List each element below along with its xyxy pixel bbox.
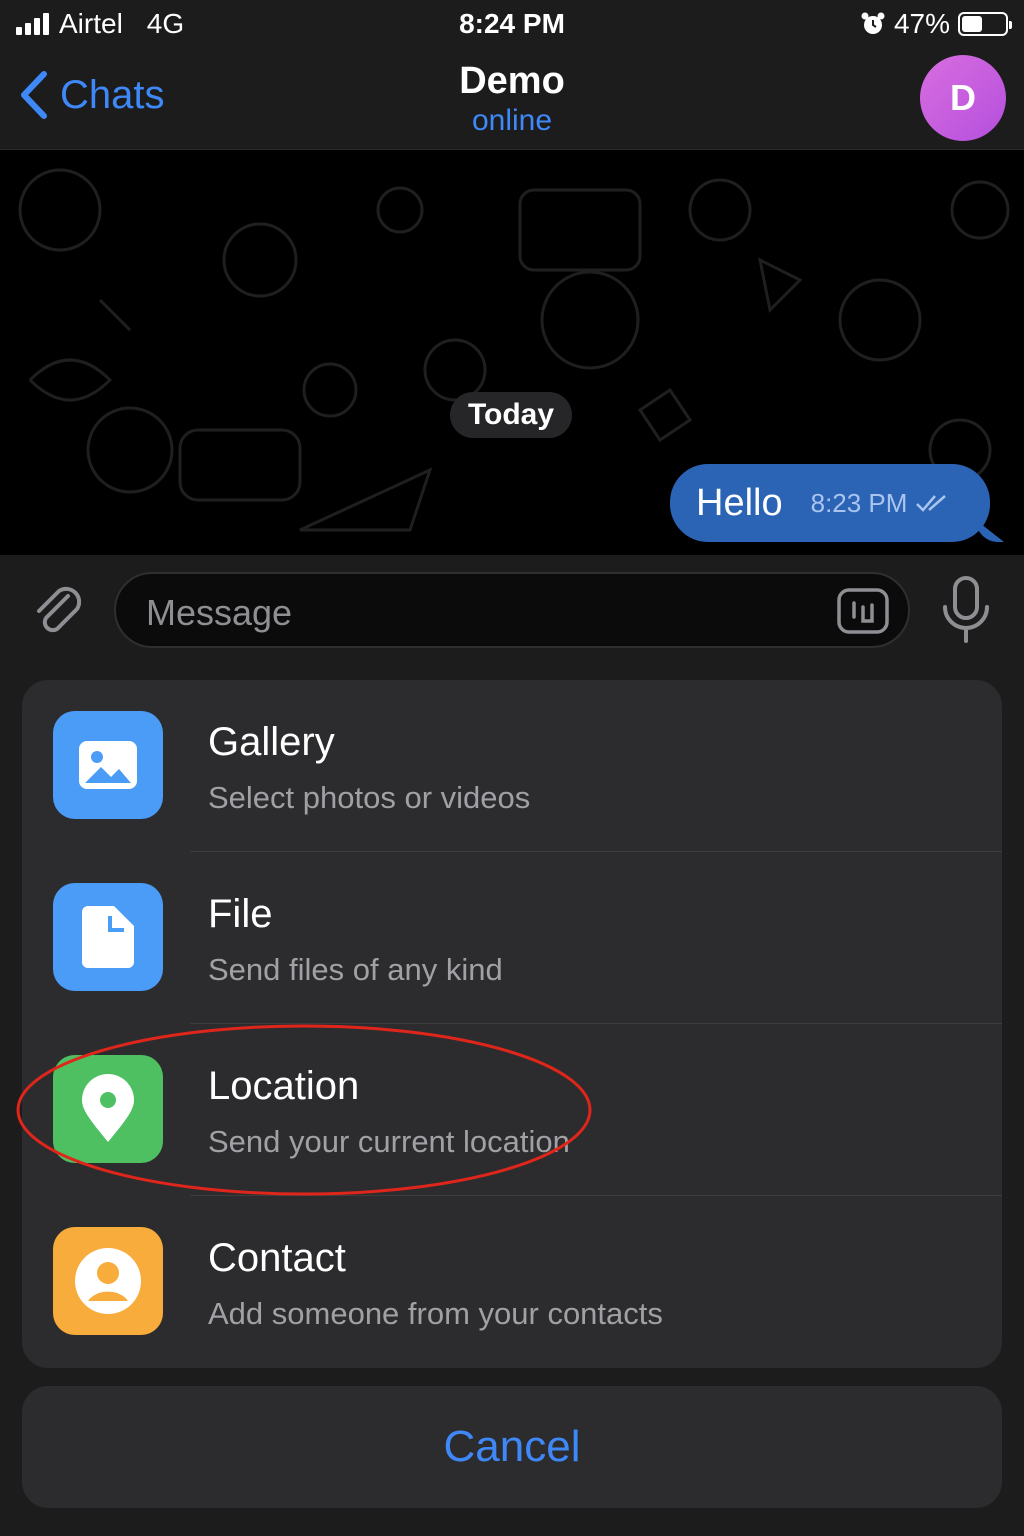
paperclip-icon[interactable] xyxy=(28,580,88,640)
menu-item-subtitle: Send files of any kind xyxy=(208,952,503,987)
alarm-icon xyxy=(861,12,885,34)
microphone-icon[interactable] xyxy=(940,575,992,645)
composer: Message xyxy=(0,555,1024,665)
menu-item-contact[interactable]: Contact Add someone from your contacts xyxy=(22,1196,1002,1368)
status-bar: Airtel 4G 8:24 PM 47% xyxy=(0,0,1024,52)
menu-item-title: Location xyxy=(208,1064,360,1108)
message-placeholder: Message xyxy=(146,592,293,633)
menu-item-title: Contact xyxy=(208,1236,346,1280)
message-time: 8:23 PM xyxy=(810,487,908,518)
avatar[interactable]: D xyxy=(920,55,1006,141)
location-pin-icon xyxy=(53,1055,163,1163)
menu-item-subtitle: Select photos or videos xyxy=(208,780,531,815)
chat-area: Today Hello 8:23 PM xyxy=(0,150,1024,555)
menu-item-title: File xyxy=(208,892,273,936)
menu-item-title: Gallery xyxy=(208,720,335,764)
battery-icon xyxy=(958,12,1012,36)
menu-item-file[interactable]: File Send files of any kind xyxy=(22,852,1002,1024)
attachment-menu: Gallery Select photos or videos File Sen… xyxy=(22,680,1002,1368)
menu-item-subtitle: Send your current location xyxy=(208,1124,570,1159)
chat-status: online xyxy=(471,104,553,137)
file-icon xyxy=(53,883,163,991)
date-divider: Today xyxy=(450,392,572,438)
menu-item-gallery[interactable]: Gallery Select photos or videos xyxy=(22,680,1002,852)
battery-percent: 47% xyxy=(893,8,950,39)
menu-item-location[interactable]: Location Send your current location xyxy=(22,1024,1002,1196)
chat-header: Chats Demo online D xyxy=(0,52,1024,150)
sticker-icon[interactable] xyxy=(836,587,890,635)
menu-item-subtitle: Add someone from your contacts xyxy=(208,1296,663,1331)
message-input[interactable]: Message xyxy=(114,572,910,648)
cancel-button[interactable]: Cancel xyxy=(22,1386,1002,1508)
message-text: Hello xyxy=(696,481,783,524)
outgoing-message[interactable]: Hello 8:23 PM xyxy=(670,464,990,542)
person-icon xyxy=(53,1227,163,1335)
double-check-icon xyxy=(916,495,947,512)
chat-title[interactable]: Demo xyxy=(0,60,1024,103)
image-icon xyxy=(53,711,163,819)
